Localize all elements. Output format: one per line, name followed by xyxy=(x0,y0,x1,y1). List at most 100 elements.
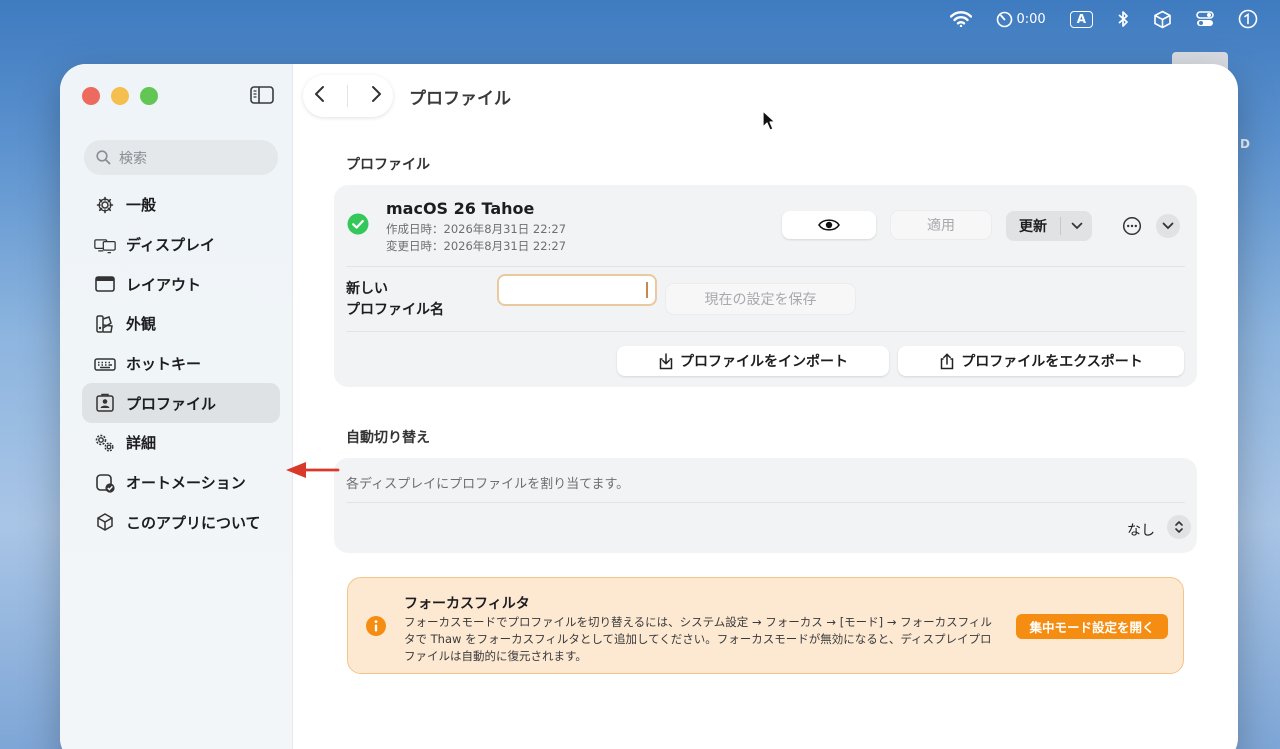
zoom-button[interactable] xyxy=(140,87,158,105)
menu-bar: 0:00 A xyxy=(0,0,1280,38)
open-focus-settings-button[interactable]: 集中モード設定を開く xyxy=(1016,614,1168,639)
update-button-label[interactable]: 更新 xyxy=(1006,216,1060,236)
cube-icon xyxy=(97,513,113,532)
sidebar: 検索 一般 ディスプレイ レイアウト 外観 ホットキー プロファイル 詳細 オー… xyxy=(60,64,293,749)
sidebar-item-label: 一般 xyxy=(126,196,157,215)
import-icon xyxy=(659,352,673,369)
sidebar-item-general[interactable]: 一般 xyxy=(82,185,280,225)
background-window-edge: D xyxy=(1240,137,1250,151)
chevron-down-icon xyxy=(1071,222,1082,230)
back-button[interactable] xyxy=(313,84,327,108)
info-icon xyxy=(366,616,386,640)
new-profile-label-line1: 新しい xyxy=(346,281,388,297)
bluetooth-icon[interactable] xyxy=(1117,10,1129,28)
navigation-buttons xyxy=(303,75,393,117)
new-profile-name-input[interactable] xyxy=(497,274,657,306)
advanced-gears-icon xyxy=(95,434,114,452)
annotation-arrow xyxy=(286,462,340,478)
sidebar-item-profiles[interactable]: プロファイル xyxy=(82,383,280,424)
focus-filter-title: フォーカスフィルタ xyxy=(404,596,530,612)
profile-card: macOS 26 Tahoe 作成日時：2026年8月31日 22:27 変更日… xyxy=(334,185,1197,387)
sidebar-item-label: レイアウト xyxy=(126,275,202,294)
export-icon xyxy=(940,352,954,369)
nav-separator xyxy=(347,85,349,107)
save-current-settings-button[interactable]: 現在の設定を保存 xyxy=(666,284,855,314)
wifi-icon[interactable] xyxy=(949,11,972,27)
sidebar-item-label: ホットキー xyxy=(126,355,202,374)
sidebar-item-label: 外観 xyxy=(126,315,157,334)
sidebar-item-appearance[interactable]: 外観 xyxy=(82,304,280,344)
timer-menu[interactable]: 0:00 xyxy=(996,11,1046,28)
sidebar-item-label: このアプリについて xyxy=(126,513,261,532)
more-options-button[interactable] xyxy=(1122,216,1142,236)
sidebar-nav: 一般 ディスプレイ レイアウト 外観 ホットキー プロファイル 詳細 オートメー… xyxy=(82,185,280,542)
sidebar-item-layout[interactable]: レイアウト xyxy=(82,264,280,304)
sidebar-item-label: 詳細 xyxy=(126,434,157,453)
import-profile-button[interactable]: プロファイルをインポート xyxy=(617,346,889,376)
mouse-pointer-icon xyxy=(762,110,776,136)
card-divider xyxy=(346,502,1185,503)
export-label: プロファイルをエクスポート xyxy=(961,354,1143,370)
export-profile-button[interactable]: プロファイルをエクスポート xyxy=(898,346,1184,376)
timer-icon xyxy=(996,11,1012,27)
chevron-left-icon xyxy=(315,86,325,102)
automation-icon xyxy=(96,473,115,493)
checkmark-circle-icon xyxy=(347,213,369,239)
new-profile-label-line2: プロファイル名 xyxy=(346,302,444,318)
sidebar-item-label: ディスプレイ xyxy=(126,236,215,255)
profile-created: 作成日時：2026年8月31日 22:27 xyxy=(386,222,567,236)
profile-icon xyxy=(96,394,114,413)
appearance-icon xyxy=(96,315,113,333)
chevron-right-icon xyxy=(371,86,381,102)
timer-value: 0:00 xyxy=(1016,11,1046,27)
forward-button[interactable] xyxy=(369,84,383,108)
sidebar-item-about[interactable]: このアプリについて xyxy=(82,503,280,543)
auto-switch-value[interactable]: なし xyxy=(1127,520,1155,540)
new-profile-name-label: 新しい プロファイル名 xyxy=(346,279,444,321)
control-center-icon[interactable] xyxy=(1196,11,1214,27)
eye-icon xyxy=(818,219,840,231)
package-icon[interactable] xyxy=(1153,10,1172,29)
auto-switch-section-title: 自動切り替え xyxy=(346,430,430,446)
input-source-badge[interactable]: A xyxy=(1069,10,1093,28)
preview-button[interactable] xyxy=(782,211,876,239)
keyboard-icon xyxy=(94,357,116,371)
displays-icon xyxy=(94,238,116,253)
auto-switch-card: 各ディスプレイにプロファイルを割り当てます。 なし xyxy=(334,458,1197,553)
auto-switch-description: 各ディスプレイにプロファイルを割り当てます。 xyxy=(346,477,630,492)
profile-modified: 変更日時：2026年8月31日 22:27 xyxy=(386,239,567,253)
search-field[interactable]: 検索 xyxy=(84,140,278,175)
minimize-button[interactable] xyxy=(111,87,129,105)
settings-window: 検索 一般 ディスプレイ レイアウト 外観 ホットキー プロファイル 詳細 オー… xyxy=(60,64,1238,749)
sidebar-toggle-icon[interactable] xyxy=(250,85,274,109)
focus-filter-notice: フォーカスフィルタ フォーカスモードでプロファイルを切り替えるには、システム設定… xyxy=(347,577,1184,674)
update-split-button[interactable]: 更新 xyxy=(1006,211,1092,241)
sidebar-item-label: プロファイル xyxy=(126,394,217,413)
card-divider xyxy=(346,266,1185,267)
update-menu-chevron[interactable] xyxy=(1061,222,1092,230)
search-placeholder: 検索 xyxy=(119,150,147,167)
gear-icon xyxy=(96,196,114,214)
sidebar-item-hotkeys[interactable]: ホットキー xyxy=(82,344,280,384)
auto-switch-popup-button[interactable] xyxy=(1167,515,1191,539)
sidebar-item-advanced[interactable]: 詳細 xyxy=(82,423,280,463)
profiles-section-title: プロファイル xyxy=(346,157,430,173)
search-icon xyxy=(96,150,111,165)
close-button[interactable] xyxy=(82,87,100,105)
ellipsis-circle-icon xyxy=(1122,216,1142,236)
card-divider xyxy=(346,331,1185,332)
window-controls xyxy=(82,87,158,105)
profile-name: macOS 26 Tahoe xyxy=(386,199,535,218)
chevron-up-down-icon xyxy=(1175,521,1183,533)
layout-icon xyxy=(95,276,115,293)
siri-icon[interactable] xyxy=(1238,9,1258,29)
focus-filter-body: フォーカスモードでプロファイルを切り替えるには、システム設定 → フォーカス →… xyxy=(404,615,992,663)
import-label: プロファイルをインポート xyxy=(680,354,848,370)
apply-button[interactable]: 適用 xyxy=(891,211,991,239)
sidebar-item-automation[interactable]: オートメーション xyxy=(82,463,280,503)
sidebar-item-displays[interactable]: ディスプレイ xyxy=(82,225,280,265)
expand-profile-button[interactable] xyxy=(1156,214,1180,238)
toolbar: プロファイル xyxy=(303,75,511,117)
text-caret xyxy=(646,282,648,298)
page-title: プロファイル xyxy=(409,88,511,109)
